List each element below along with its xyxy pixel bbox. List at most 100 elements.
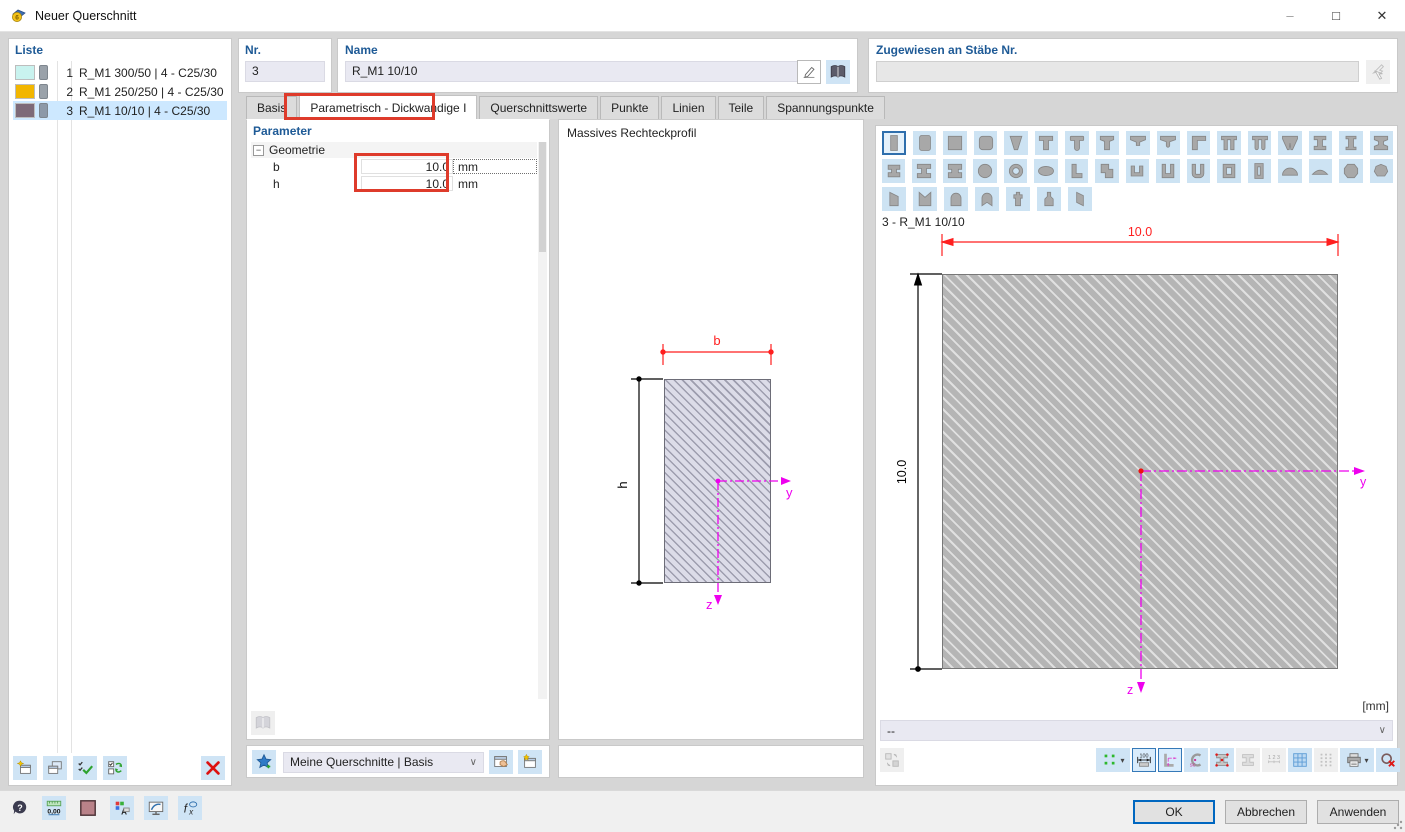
assigned-field[interactable] — [876, 61, 1359, 82]
shape-channel-small[interactable] — [1126, 159, 1149, 183]
show-stress-points-icon[interactable] — [1210, 748, 1234, 772]
minimize-button[interactable]: – — [1267, 0, 1313, 31]
shape-cross-bottle[interactable] — [1006, 187, 1030, 211]
show-dimensions-icon[interactable]: 100 — [1132, 748, 1156, 772]
shape-bottle[interactable] — [1037, 187, 1061, 211]
tab-punkte[interactable]: Punkte — [600, 96, 659, 119]
show-table-icon[interactable] — [1288, 748, 1312, 772]
shape-i-tapered[interactable] — [1370, 131, 1393, 155]
new-favorite-group-icon[interactable] — [518, 750, 542, 774]
parameter-unit[interactable]: mm — [453, 176, 537, 191]
copy-item-icon[interactable] — [43, 756, 67, 780]
shape-i-section[interactable] — [1309, 131, 1332, 155]
svg-text:x: x — [188, 807, 194, 816]
help-icon[interactable]: ? — [8, 796, 32, 820]
shape-i-heavy[interactable] — [943, 159, 966, 183]
parameter-unit[interactable]: mm — [453, 159, 537, 174]
resize-grip[interactable] — [1393, 820, 1403, 830]
open-favorites-icon[interactable] — [489, 750, 513, 774]
list-item[interactable]: 3R_M1 10/10 | 4 - C25/30 — [13, 101, 227, 120]
shape-z-section[interactable] — [1095, 159, 1118, 183]
shape-double-tee-rounded[interactable] — [1248, 131, 1271, 155]
print-icon[interactable]: ▾ — [1340, 748, 1374, 772]
shape-i-short[interactable] — [882, 159, 905, 183]
shape-leaf[interactable] — [1068, 187, 1092, 211]
points-display-icon[interactable]: ▾ — [1096, 748, 1130, 772]
name-field[interactable]: R_M1 10/10 — [345, 61, 803, 82]
shape-double-wedge[interactable] — [1278, 131, 1301, 155]
show-shear-center-icon[interactable]: sc — [1184, 748, 1208, 772]
delete-item-icon[interactable] — [201, 756, 225, 780]
shape-wedge[interactable] — [1004, 131, 1027, 155]
material-color-icon[interactable] — [76, 796, 100, 820]
shape-i-wide[interactable] — [912, 159, 935, 183]
shape-corner-tee[interactable] — [1187, 131, 1210, 155]
favorites-combobox[interactable]: Meine Querschnitte | Basis ∨ — [283, 752, 484, 773]
shape-i-section-narrow[interactable] — [1339, 131, 1362, 155]
maximize-button[interactable]: □ — [1313, 0, 1359, 31]
shape-segment[interactable] — [1309, 159, 1332, 183]
shape-tee-rounded[interactable] — [1065, 131, 1088, 155]
decimal-places-icon[interactable]: 0,00 — [42, 796, 66, 820]
shape-ellipse[interactable] — [1034, 159, 1057, 183]
shape-rectangle[interactable] — [882, 131, 906, 155]
edit-name-icon[interactable] — [797, 60, 821, 84]
tab-teile[interactable]: Teile — [718, 96, 765, 119]
shape-channel[interactable] — [1156, 159, 1179, 183]
shape-channel-rounded[interactable] — [1187, 159, 1210, 183]
tab-linien[interactable]: Linien — [661, 96, 715, 119]
select-all-icon[interactable] — [73, 756, 97, 780]
shape-circle[interactable] — [973, 159, 996, 183]
screen-settings-icon[interactable] — [144, 796, 168, 820]
tab-querschnittswerte[interactable]: Querschnittswerte — [479, 96, 598, 119]
invert-selection-icon[interactable] — [103, 756, 127, 780]
collapse-icon[interactable]: − — [253, 145, 264, 156]
apply-button[interactable]: Anwenden — [1317, 800, 1399, 824]
list-item[interactable]: 2R_M1 250/250 | 4 - C25/30 — [13, 82, 227, 101]
tab-basis[interactable]: Basis — [246, 96, 297, 119]
parameter-value-input[interactable]: 10.0 — [361, 159, 453, 174]
add-to-favorites-icon[interactable] — [252, 750, 276, 774]
tab-parametrisch-dickwandige-i[interactable]: Parametrisch - Dickwandige I — [299, 95, 477, 119]
dropdown-arrow-icon[interactable]: ▾ — [1364, 756, 1368, 765]
shape-tee[interactable] — [1035, 131, 1058, 155]
dropdown-arrow-icon[interactable]: ▾ — [1120, 756, 1124, 765]
shape-tee-tapered[interactable] — [1096, 131, 1119, 155]
shape-rounded-square[interactable] — [974, 131, 997, 155]
shape-octagon[interactable] — [1339, 159, 1362, 183]
shape-ring[interactable] — [1004, 159, 1027, 183]
preview-combobox[interactable]: -- ∨ — [880, 720, 1393, 741]
list-item[interactable]: 1R_M1 300/50 | 4 - C25/30 — [13, 63, 227, 82]
shape-hat-rounded[interactable] — [1157, 131, 1180, 155]
close-button[interactable]: ✕ — [1359, 0, 1405, 31]
section-shape-icon — [39, 65, 48, 80]
parameter-scrollbar[interactable] — [538, 142, 547, 699]
new-item-icon[interactable] — [13, 756, 37, 780]
tree-group-geometrie[interactable]: −Geometrie — [251, 142, 537, 158]
shape-square[interactable] — [943, 131, 966, 155]
display-properties-icon[interactable]: A — [110, 796, 134, 820]
parameter-panel: Parameter −Geometrieb10.0mmh10.0mm — [246, 119, 550, 740]
svg-text:y: y — [786, 485, 793, 500]
shape-notched[interactable] — [913, 187, 937, 211]
shape-box-narrow[interactable] — [1248, 159, 1271, 183]
shape-arch[interactable] — [944, 187, 968, 211]
shape-rounded-rectangle[interactable] — [913, 131, 936, 155]
tab-spannungspunkte[interactable]: Spannungspunkte — [766, 96, 885, 119]
section-library-icon[interactable] — [826, 60, 850, 84]
cancel-button[interactable]: Abbrechen — [1225, 800, 1307, 824]
ok-button[interactable]: OK — [1133, 800, 1215, 824]
parameter-value-input[interactable]: 10.0 — [361, 176, 453, 191]
shape-double-tee[interactable] — [1217, 131, 1240, 155]
show-axes-icon[interactable] — [1158, 748, 1182, 772]
zoom-reset-icon[interactable] — [1376, 748, 1400, 772]
nr-field[interactable]: 3 — [245, 61, 325, 82]
shape-sail[interactable] — [882, 187, 906, 211]
shape-hat[interactable] — [1126, 131, 1149, 155]
shape-semicircle[interactable] — [1278, 159, 1301, 183]
shape-box[interactable] — [1217, 159, 1240, 183]
formula-icon[interactable]: fx — [178, 796, 202, 820]
shape-polygon[interactable] — [1370, 159, 1393, 183]
shape-arch-notched[interactable] — [975, 187, 999, 211]
shape-angle[interactable] — [1065, 159, 1088, 183]
